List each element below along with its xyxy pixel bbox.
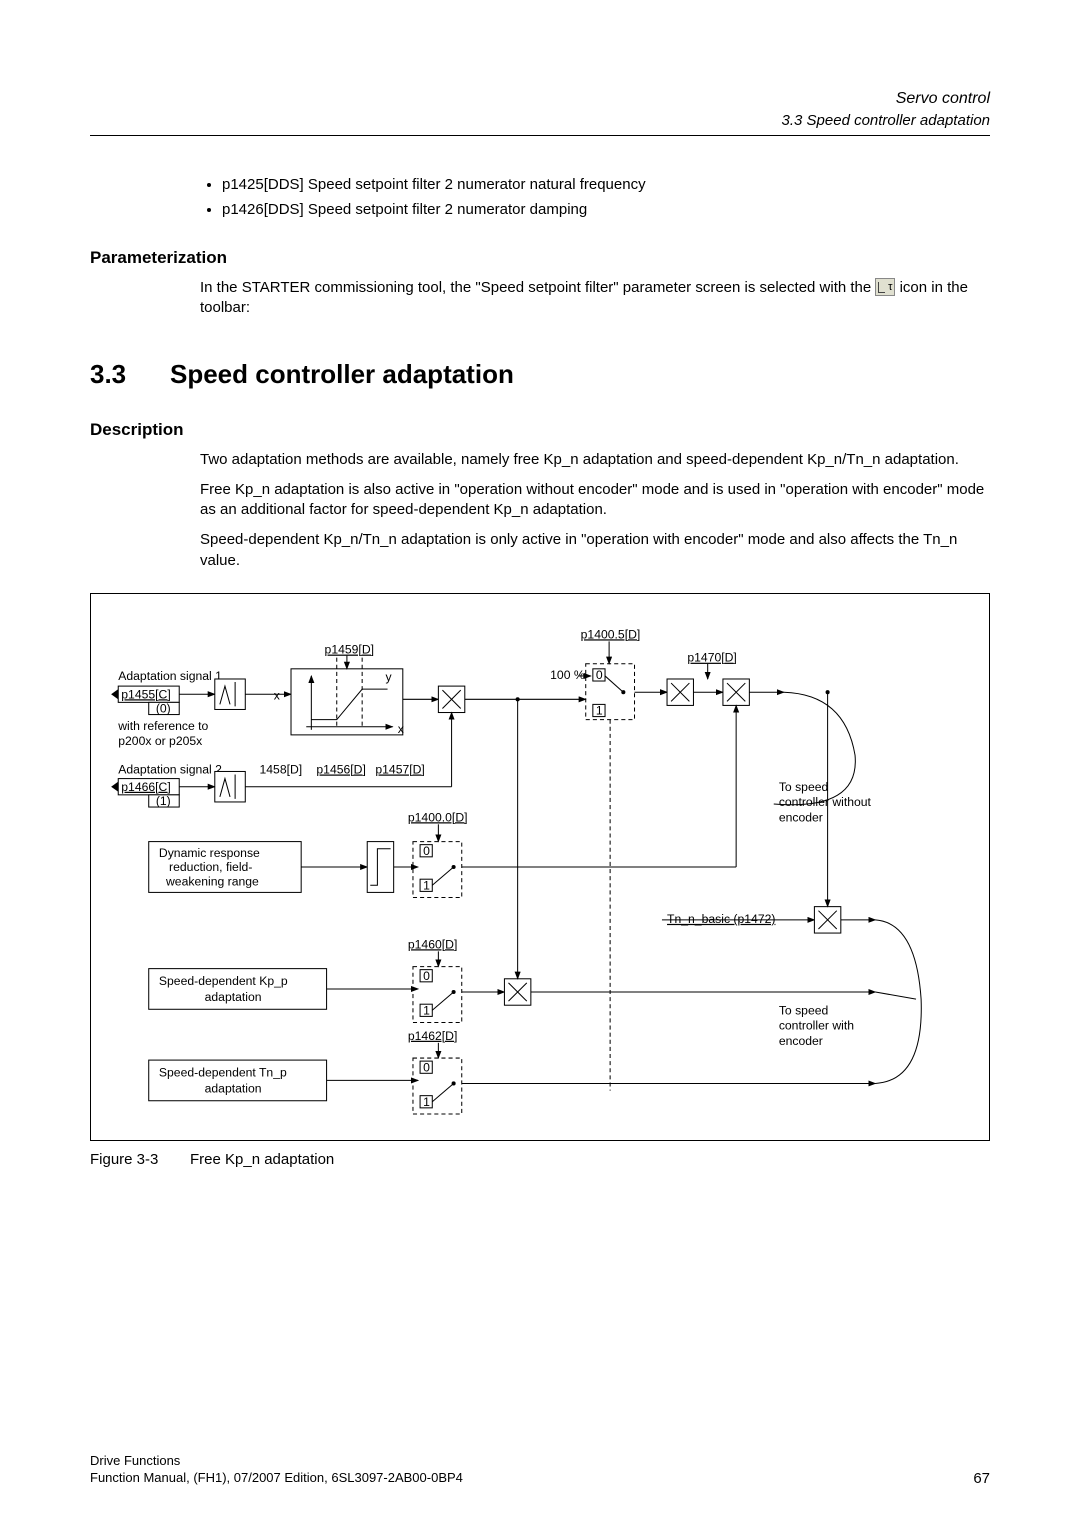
figure-caption: Figure 3-3 Free Kp_n adaptation <box>90 1151 990 1168</box>
description-p2: Free Kp_n adaptation is also active in "… <box>200 480 990 521</box>
label-p1459: p1459[D] <box>325 642 374 656</box>
filter-toolbar-icon: τ <box>875 278 895 296</box>
section-number: 3.3 <box>90 359 170 390</box>
sw-0: 0 <box>596 668 603 682</box>
abs-block-1 <box>215 679 245 709</box>
label-tn-adapt-1: Speed-dependent Tn_p <box>159 1065 287 1079</box>
label-ref-2: p200x or p205x <box>118 734 202 748</box>
label-p1400-0: p1400.0[D] <box>408 810 468 824</box>
label-p1462: p1462[D] <box>408 1029 457 1043</box>
label-adapt1: Adaptation signal 1 <box>118 669 222 683</box>
label-p1456: p1456[D] <box>316 762 365 776</box>
label-to-noenc-1: To speed <box>779 780 828 794</box>
label-one-2: (1) <box>156 794 171 808</box>
label-p1466: p1466[C] <box>121 780 170 794</box>
page-footer: Drive Functions Function Manual, (FH1), … <box>90 1453 990 1487</box>
label-kp-adapt-1: Speed-dependent Kp_p <box>159 974 288 988</box>
section-heading: 3.3 Speed controller adaptation <box>90 359 990 390</box>
abs-block-2 <box>215 771 245 801</box>
label-dyn-3: weakening range <box>165 874 259 888</box>
brace-enc <box>875 920 921 1084</box>
label-p1455: p1455[C] <box>121 687 170 701</box>
figure-caption-text: Free Kp_n adaptation <box>190 1151 334 1168</box>
label-100pct: 100 % <box>550 668 585 682</box>
label-to-noenc-2: controller without <box>779 795 872 809</box>
connector-in-1 <box>111 689 118 699</box>
footer-line2: Function Manual, (FH1), 07/2007 Edition,… <box>90 1470 463 1487</box>
running-head-subtitle: 3.3 Speed controller adaptation <box>90 112 990 129</box>
sw3-1: 1 <box>423 1003 430 1017</box>
label-tn-adapt-2: adaptation <box>205 1081 262 1095</box>
sw3-0: 0 <box>423 969 430 983</box>
label-y: y <box>386 670 393 684</box>
parameterization-text: In the STARTER commissioning tool, the "… <box>200 278 990 319</box>
header-rule <box>90 135 990 136</box>
running-head-title: Servo control <box>90 90 990 108</box>
label-x1: x <box>274 688 280 702</box>
sw-1: 1 <box>596 703 603 717</box>
page-number: 67 <box>973 1470 990 1487</box>
label-dyn-1: Dynamic response <box>159 846 260 860</box>
label-ref-1: with reference to <box>117 719 208 733</box>
label-dyn-2: reduction, field- <box>169 860 252 874</box>
label-p1457: p1457[D] <box>375 762 424 776</box>
label-tn-basic: Tn_n_basic (p1472) <box>667 912 775 926</box>
description-heading: Description <box>90 420 990 440</box>
figure-diagram: p1459[D] p1400.5[D] p1470[D] Adaptation … <box>90 593 990 1141</box>
description-p3: Speed-dependent Kp_n/Tn_n adaptation is … <box>200 530 990 571</box>
bullet-list: p1425[DDS] Speed setpoint filter 2 numer… <box>200 176 990 218</box>
label-adapt2: Adaptation signal 2 <box>118 762 222 776</box>
label-p1400-5: p1400.5[D] <box>581 627 641 641</box>
figure-caption-label: Figure 3-3 <box>90 1151 190 1168</box>
label-x2: x <box>398 722 404 736</box>
sw4-1: 1 <box>423 1095 430 1109</box>
list-item: p1426[DDS] Speed setpoint filter 2 numer… <box>222 201 990 218</box>
label-to-enc-1: To speed <box>779 1003 828 1017</box>
sw2-0: 0 <box>423 844 430 858</box>
sw4-0: 0 <box>423 1060 430 1074</box>
label-zero-1: (0) <box>156 701 171 715</box>
label-p1470: p1470[D] <box>687 650 736 664</box>
label-p1460: p1460[D] <box>408 937 457 951</box>
label-to-noenc-3: encoder <box>779 810 823 824</box>
description-p1: Two adaptation methods are available, na… <box>200 450 990 470</box>
label-to-enc-3: encoder <box>779 1034 823 1048</box>
param-text-part1: In the STARTER commissioning tool, the "… <box>200 279 875 296</box>
label-to-enc-2: controller with <box>779 1018 854 1032</box>
connector-in-2 <box>111 781 118 791</box>
section-title: Speed controller adaptation <box>170 359 514 390</box>
parameterization-heading: Parameterization <box>90 248 990 268</box>
label-p1458: 1458[D] <box>260 762 303 776</box>
footer-line1: Drive Functions <box>90 1453 463 1470</box>
list-item: p1425[DDS] Speed setpoint filter 2 numer… <box>222 176 990 193</box>
sw2-1: 1 <box>423 878 430 892</box>
label-kp-adapt-2: adaptation <box>205 990 262 1004</box>
